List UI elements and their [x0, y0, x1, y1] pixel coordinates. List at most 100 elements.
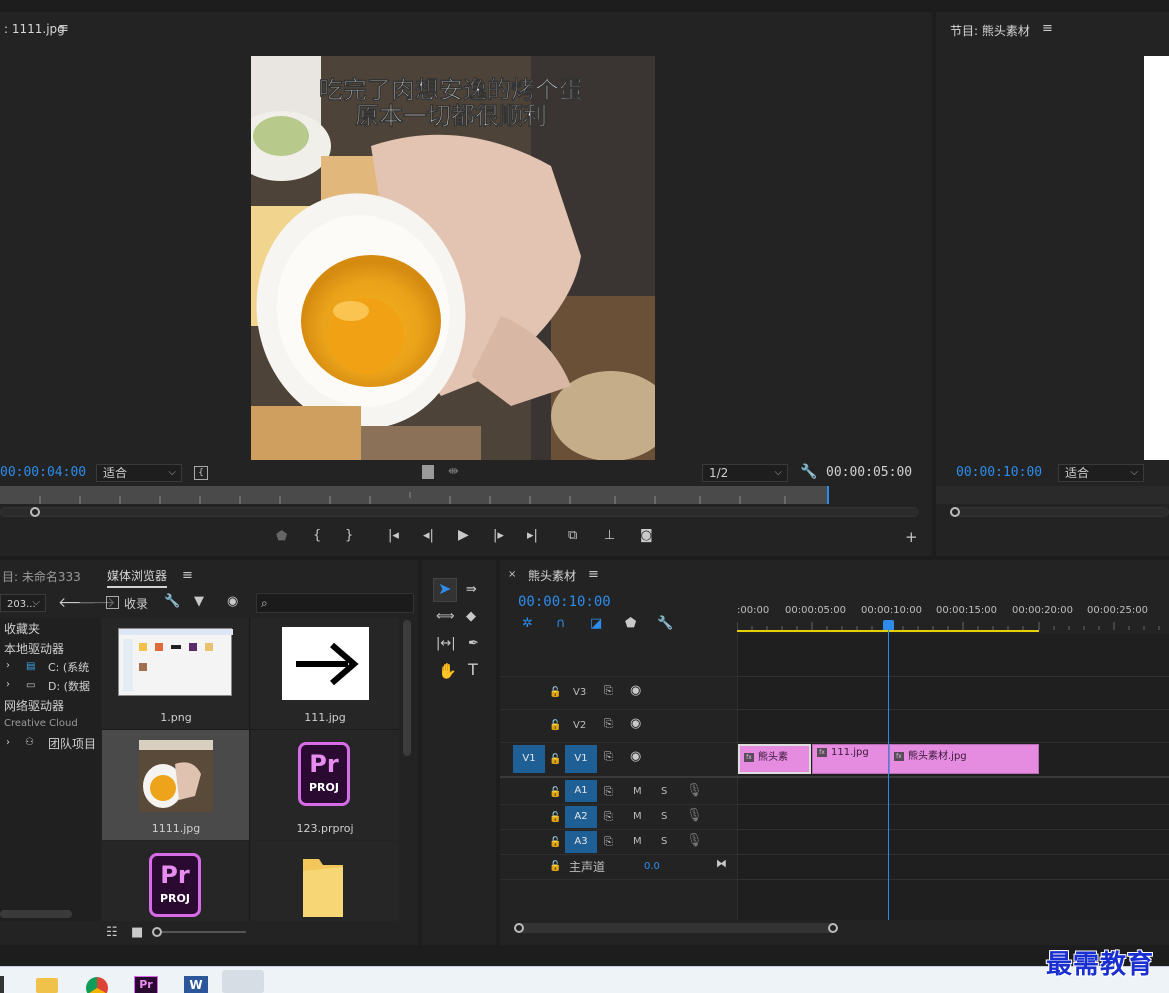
source-patch-v1[interactable]: V1	[513, 745, 545, 773]
solo-button[interactable]: S	[661, 836, 667, 847]
panel-menu-icon[interactable]: ≡	[1042, 22, 1053, 36]
tree-scrollbar[interactable]	[0, 910, 72, 918]
lock-icon[interactable]: 🔓	[549, 719, 561, 733]
drag-video-icon[interactable]	[422, 465, 434, 479]
word-taskbar-icon[interactable]: W	[184, 976, 208, 993]
program-playhead-timecode[interactable]: 00:00:10:00	[956, 465, 1042, 480]
source-frame-image[interactable]: 吃完了肉想安逸的烤个蛋 原本一切都很顺利	[251, 56, 655, 460]
lock-icon[interactable]: 🔓	[549, 836, 561, 850]
timeline-playhead-handle[interactable]	[883, 620, 894, 630]
lock-icon[interactable]: 🔓	[549, 686, 561, 700]
sync-lock-icon[interactable]: ⎘	[604, 750, 613, 764]
track-label-v2[interactable]: V2	[573, 720, 586, 731]
tree-drive-c[interactable]: C: (系统	[48, 659, 89, 675]
lock-icon[interactable]: 🔓	[549, 811, 561, 825]
insert-icon[interactable]: ⧉	[568, 529, 577, 543]
overwrite-icon[interactable]: ⊥	[604, 529, 615, 543]
file-cell-111jpg[interactable]: 111.jpg	[251, 618, 399, 730]
source-time-ruler[interactable]	[0, 486, 829, 504]
track-label-v3[interactable]: V3	[573, 687, 586, 698]
go-to-out-icon[interactable]: ▸|	[527, 529, 538, 543]
path-dropdown[interactable]: 203... ⌵	[0, 594, 46, 612]
step-forward-icon[interactable]: |▸	[493, 529, 504, 543]
drag-audio-icon[interactable]: ⇼	[448, 465, 459, 479]
file-cell-1111jpg-selected[interactable]: 1111.jpg	[102, 730, 250, 840]
chevron-right-icon[interactable]: ›	[6, 736, 10, 750]
search-input[interactable]: ⌕	[256, 593, 414, 613]
safe-margins-icon[interactable]: {	[194, 466, 208, 480]
linked-selection-icon[interactable]: ◪	[590, 617, 602, 631]
mute-button[interactable]: M	[633, 811, 642, 822]
eye-icon[interactable]: ◉	[630, 717, 641, 731]
program-time-ruler[interactable]	[936, 486, 1169, 504]
chrome-icon[interactable]	[86, 977, 108, 993]
slip-tool-icon[interactable]: |↔|	[436, 637, 456, 651]
button-editor-plus-icon[interactable]: +	[905, 530, 918, 545]
premiere-taskbar-icon[interactable]: Pr	[134, 976, 158, 993]
track-target-a1[interactable]: A1	[565, 780, 597, 802]
tree-team-projects[interactable]: 团队项目	[48, 735, 96, 752]
step-back-icon[interactable]: ◂|	[423, 529, 434, 543]
mute-button[interactable]: M	[633, 836, 642, 847]
microphone-icon[interactable]: 🎙	[686, 784, 703, 798]
tab-media-browser[interactable]: 媒体浏览器	[107, 567, 168, 588]
timeline-playhead-timecode[interactable]: 00:00:10:00	[518, 594, 611, 610]
track-target-a2[interactable]: A2	[565, 806, 597, 828]
tree-drive-d[interactable]: D: (数据	[48, 678, 90, 694]
source-zoom-handle[interactable]	[30, 507, 40, 517]
sync-lock-icon[interactable]: ⎘	[604, 810, 613, 824]
master-volume-value[interactable]: 0.0	[644, 861, 660, 872]
sync-lock-icon[interactable]: ⎘	[604, 684, 613, 698]
eye-icon[interactable]: ◉	[630, 684, 641, 698]
go-to-in-out-icon[interactable]: ⧓	[716, 857, 727, 871]
tab-project[interactable]: 目: 未命名333	[2, 568, 81, 585]
clip-xiongtou-1[interactable]: fx 熊头素	[738, 744, 811, 774]
go-to-in-icon[interactable]: |◂	[388, 529, 399, 543]
start-icon[interactable]	[0, 976, 4, 993]
mute-button[interactable]: M	[633, 786, 642, 797]
tree-favorites[interactable]: 收藏夹	[4, 620, 40, 637]
tree-network-drives[interactable]: 网络驱动器	[4, 697, 64, 714]
thumbnail-size-handle[interactable]	[152, 927, 162, 937]
view-eye-icon[interactable]: ◉	[227, 595, 238, 609]
tree-creative-cloud[interactable]: Creative Cloud	[4, 718, 78, 729]
mark-in-icon[interactable]: {	[313, 529, 321, 543]
timeline-zoom-handle-right[interactable]	[828, 923, 838, 933]
timeline-zoom-scrollbar[interactable]	[514, 923, 836, 933]
timeline-ruler[interactable]: :00:00 00:00:05:00 00:00:10:00 00:00:15:…	[737, 600, 1169, 634]
play-icon[interactable]: ▶	[458, 528, 469, 542]
thumbnail-size-slider[interactable]	[156, 931, 246, 933]
solo-button[interactable]: S	[661, 811, 667, 822]
wrench-icon[interactable]: 🔧	[800, 465, 817, 479]
panel-menu-icon[interactable]: ≡	[588, 568, 599, 582]
selection-tool-icon[interactable]: ➤	[438, 581, 451, 597]
hand-tool-icon[interactable]: ✋	[438, 664, 457, 679]
file-explorer-icon[interactable]	[36, 978, 58, 993]
track-target-a3[interactable]: A3	[565, 831, 597, 853]
file-cell-1png[interactable]: 1.png	[102, 618, 250, 730]
track-target-v1[interactable]: V1	[565, 745, 597, 773]
timeline-settings-wrench-icon[interactable]: 🔧	[657, 617, 673, 631]
timeline-tab-title[interactable]: 熊头素材	[528, 567, 576, 584]
playback-resolution-dropdown[interactable]: 1/2 ⌵	[702, 464, 788, 482]
sync-lock-icon[interactable]: ⎘	[604, 785, 613, 799]
source-playhead-marker[interactable]	[827, 486, 829, 504]
source-playhead-timecode[interactable]: 00:00:04:00	[0, 465, 86, 480]
chevron-right-icon[interactable]: ›	[6, 678, 10, 692]
icon-view-icon[interactable]: ■	[131, 926, 143, 940]
panel-menu-icon[interactable]: ≡	[182, 569, 193, 583]
type-tool-icon[interactable]: T	[468, 662, 478, 678]
wrench-icon[interactable]: 🔧	[164, 595, 180, 609]
program-frame[interactable]	[1144, 56, 1169, 460]
close-icon[interactable]: ×	[508, 568, 516, 582]
ripple-edit-tool-icon[interactable]: ⟺	[436, 610, 455, 624]
pen-tool-icon[interactable]: ✒	[468, 637, 479, 651]
program-zoom-handle[interactable]	[950, 507, 960, 517]
timeline-playhead-line[interactable]	[888, 630, 889, 920]
list-view-icon[interactable]: ☷	[106, 926, 118, 940]
mark-out-icon[interactable]: }	[345, 529, 353, 543]
nest-sequence-icon[interactable]: ✲	[522, 617, 533, 631]
microphone-icon[interactable]: 🎙	[686, 834, 703, 848]
snap-magnet-icon[interactable]: ∩	[556, 617, 566, 631]
lock-icon[interactable]: 🔓	[549, 860, 561, 874]
